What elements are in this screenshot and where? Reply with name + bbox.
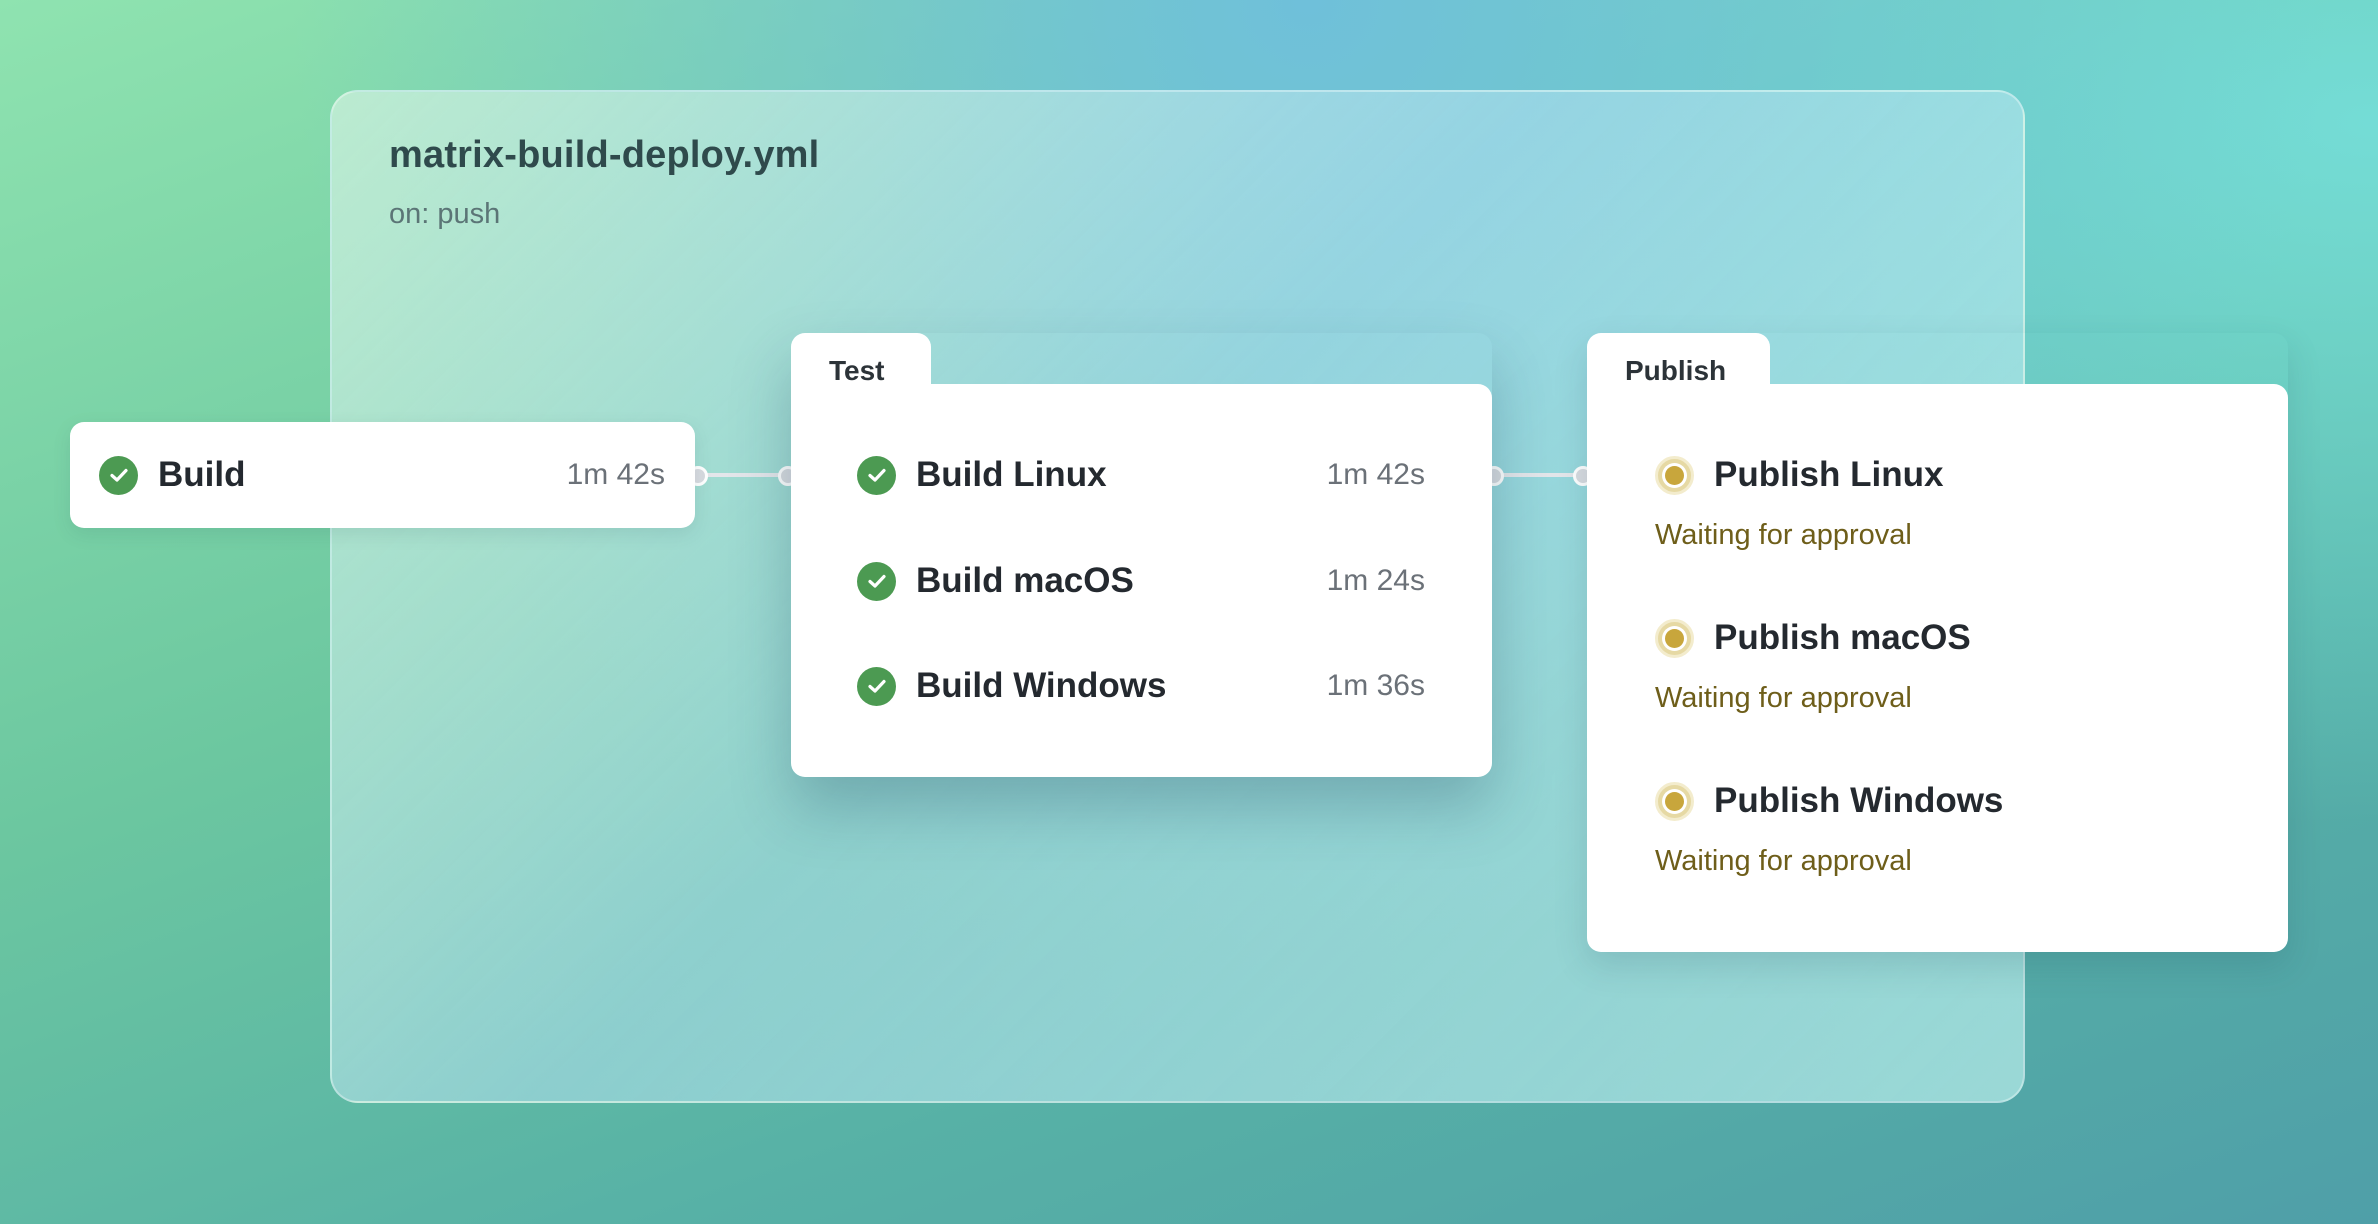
job-duration: 1m 36s — [1326, 669, 1425, 702]
workflow-title: matrix-build-deploy.yml — [389, 134, 820, 176]
check-circle-icon — [857, 455, 896, 495]
pending-circle-icon — [1655, 781, 1694, 821]
job-status-text: Waiting for approval — [1655, 682, 1912, 714]
pending-circle-icon — [1655, 455, 1694, 495]
check-circle-icon — [99, 455, 138, 495]
job-label: Build macOS — [916, 561, 1134, 600]
pending-circle-icon — [1655, 618, 1694, 658]
check-circle-icon — [857, 561, 896, 601]
group-card-test: Build Linux 1m 42s Build macOS 1m 24s Bu… — [791, 384, 1492, 777]
group-card-publish: Publish Linux Waiting for approval Publi… — [1587, 384, 2288, 952]
job-label: Publish Linux — [1714, 455, 1944, 494]
job-label: Build — [158, 455, 246, 494]
connector-build-test — [696, 473, 788, 477]
job-duration: 1m 42s — [1326, 458, 1425, 491]
job-label: Build Windows — [916, 666, 1167, 705]
job-duration: 1m 24s — [1326, 564, 1425, 597]
connector-test-publish — [1493, 473, 1585, 477]
job-label: Publish macOS — [1714, 618, 1971, 657]
job-card-build[interactable]: Build 1m 42s — [70, 422, 695, 528]
job-label: Publish Windows — [1714, 781, 2004, 820]
job-duration: 1m 42s — [566, 458, 665, 491]
check-circle-icon — [857, 666, 896, 706]
job-label: Build Linux — [916, 455, 1107, 494]
workflow-trigger: on: push — [389, 198, 501, 230]
job-status-text: Waiting for approval — [1655, 519, 1912, 551]
job-status-text: Waiting for approval — [1655, 845, 1912, 877]
